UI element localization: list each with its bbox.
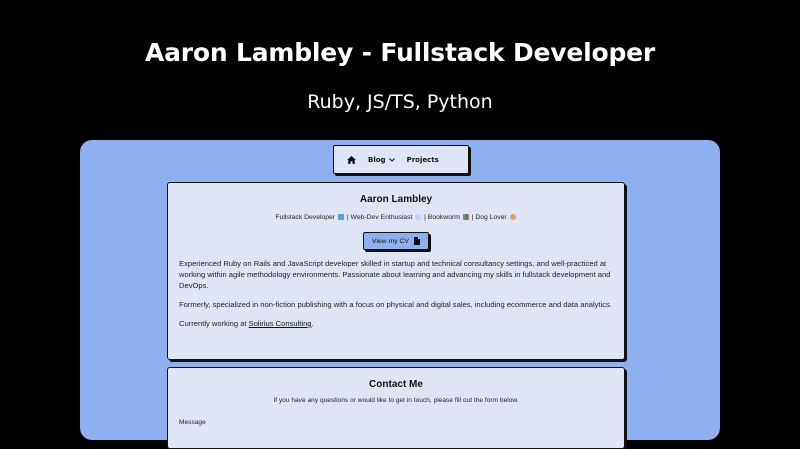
about-name: Aaron Lambley [359, 194, 433, 205]
solirius-link[interactable]: Solirius Consulting [249, 319, 312, 328]
current-work-suffix: . [311, 319, 314, 328]
about-tagline: Fullstack Developer | Web-Dev Enthusiast… [168, 214, 624, 221]
dog-emoji-icon [509, 214, 516, 220]
page-subtitle: Ruby, JS/TS, Python [307, 91, 493, 113]
nav-bar: Blog Projects [333, 145, 469, 174]
about-card: Aaron Lambley Fullstack Developer | Web-… [167, 182, 625, 360]
computer-emoji-icon [337, 214, 344, 220]
document-icon [413, 237, 420, 245]
books-emoji-icon [462, 214, 469, 220]
nav-blog-label: Blog [368, 155, 386, 164]
about-paragraph-2: Formerly, specialized in non-fiction pub… [179, 300, 612, 309]
contact-subtitle: If you have any questions or would like … [273, 397, 519, 404]
page-title: Aaron Lambley - Fullstack Developer [144, 38, 656, 67]
about-paragraph-1: Experienced Ruby on Rails and JavaScript… [179, 259, 611, 290]
chevron-down-icon [388, 157, 395, 162]
nav-projects[interactable]: Projects [407, 156, 439, 164]
tag-webdev: | Web-Dev Enthusiast [346, 214, 413, 221]
view-cv-label: View my CV [372, 237, 409, 245]
contact-card: Contact Me If you have any questions or … [167, 367, 625, 449]
nav-blog[interactable]: Blog [368, 156, 395, 164]
current-work-prefix: Currently working at [179, 319, 249, 328]
sparkle-emoji-icon [415, 214, 422, 220]
about-paragraph-3: Currently working at Solirius Consulting… [179, 318, 613, 329]
tag-bookworm: | Bookworm [424, 214, 460, 221]
message-label: Message [179, 419, 206, 426]
contact-title: Contact Me [369, 379, 423, 390]
content-panel: Blog Projects Aaron Lambley Fullstack De… [80, 140, 720, 449]
nav-home[interactable] [347, 155, 356, 164]
view-cv-button[interactable]: View my CV [363, 232, 429, 250]
tag-doglover: | Dog Lover [471, 214, 507, 221]
tag-fullstack: Fullstack Developer [275, 214, 336, 221]
nav-projects-label: Projects [406, 155, 439, 164]
home-icon [347, 155, 356, 164]
